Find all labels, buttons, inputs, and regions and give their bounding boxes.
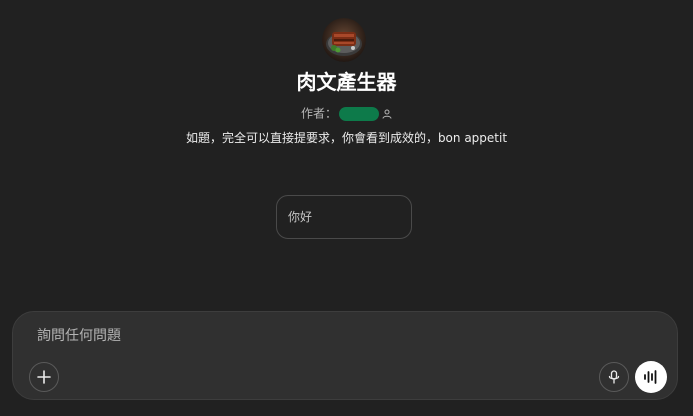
conversation-starter[interactable]: 你好 (276, 195, 412, 239)
gpt-chat-page: 肉文產生器 作者： 如題，完全可以直接提要求，你會看到成效的，bon appet… (0, 0, 693, 416)
gpt-avatar (322, 18, 366, 62)
message-composer (12, 311, 678, 400)
plus-icon (37, 370, 51, 384)
dictate-button[interactable] (599, 362, 629, 392)
gpt-title: 肉文產生器 (296, 70, 397, 94)
microphone-icon (608, 370, 620, 384)
voice-waveform-icon (644, 370, 657, 384)
person-icon[interactable] (382, 109, 392, 119)
gpt-description: 如題，完全可以直接提要求，你會看到成效的，bon appetit (185, 131, 508, 145)
author-name-redaction (339, 106, 379, 121)
author-line: 作者： (0, 104, 693, 123)
author-label: 作者： (300, 106, 337, 121)
voice-mode-button[interactable] (635, 361, 667, 393)
message-input[interactable] (37, 326, 597, 346)
steak-plate-image (322, 18, 366, 62)
attach-button[interactable] (29, 362, 59, 392)
